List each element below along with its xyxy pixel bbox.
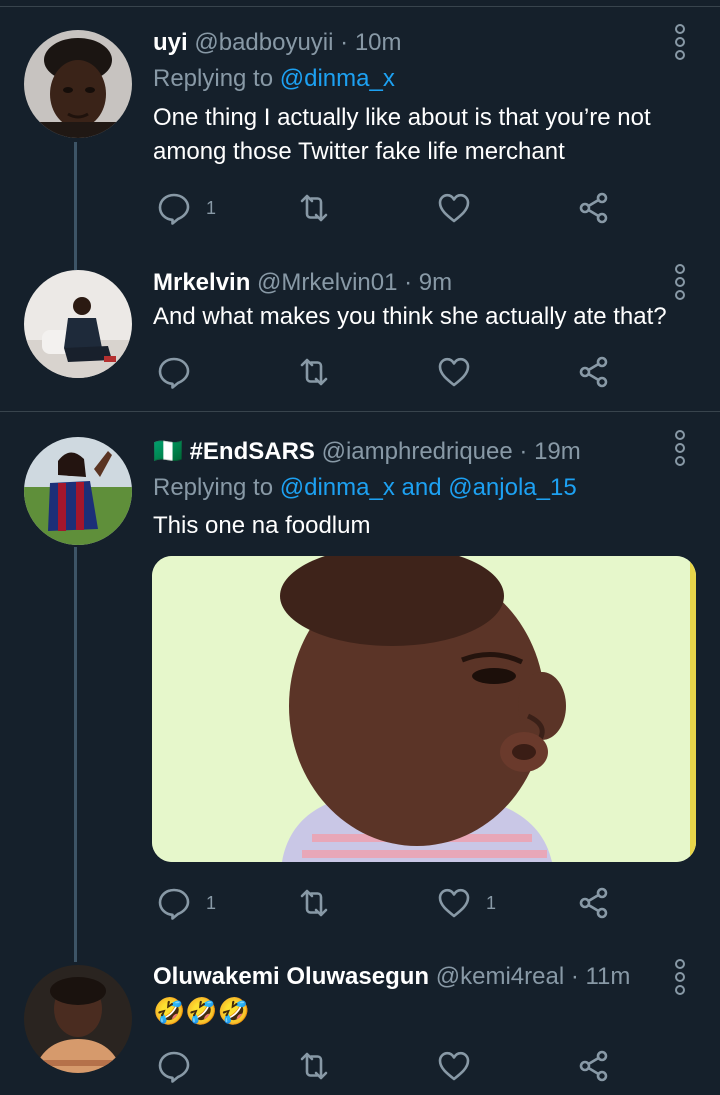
reply-icon [156, 190, 192, 226]
share-button[interactable] [576, 352, 612, 392]
share-icon [576, 354, 612, 390]
more-icon[interactable] [672, 957, 688, 997]
more-icon[interactable] [672, 262, 688, 302]
handle[interactable]: @kemi4real [436, 963, 564, 990]
like-button[interactable] [436, 188, 472, 228]
share-icon [576, 885, 612, 921]
tweet-actions [152, 352, 622, 392]
like-icon [436, 885, 472, 921]
handle[interactable]: @iamphredriquee [322, 438, 513, 465]
avatar[interactable] [24, 965, 132, 1073]
reply-button[interactable] [156, 352, 192, 392]
reply-button[interactable] [156, 1046, 192, 1086]
replying-to: Replying to @dinma_x [153, 65, 395, 92]
retweet-icon [296, 1048, 332, 1084]
display-name[interactable]: Mrkelvin [153, 269, 250, 296]
reply-icon [156, 1048, 192, 1084]
tweet-actions: 1 [152, 188, 622, 228]
retweet-button[interactable] [296, 1046, 332, 1086]
tweet-text: 🤣🤣🤣 [153, 997, 251, 1027]
display-name[interactable]: #EndSARS [190, 438, 315, 465]
conversation-divider [0, 411, 720, 412]
mention-link[interactable]: @dinma_x [280, 65, 395, 92]
replying-to: Replying to @dinma_x and @anjola_15 [153, 474, 577, 501]
tweet-header: Mrkelvin @Mrkelvin01 · 9m [153, 268, 452, 298]
timestamp[interactable]: · 19m [519, 438, 580, 465]
reply-button[interactable]: 1 [156, 188, 216, 228]
flag-icon: 🇳🇬 [153, 437, 183, 465]
share-button[interactable] [576, 1046, 612, 1086]
avatar[interactable] [24, 270, 132, 378]
tweet-header: uyi @badboyuyii · 10m [153, 28, 402, 58]
tweet-header: Oluwakemi Oluwasegun @kemi4real · 11m [153, 962, 630, 992]
handle[interactable]: @Mrkelvin01 [257, 269, 397, 296]
tweet-text: This one na foodlum [153, 512, 371, 539]
timestamp[interactable]: · 11m [571, 963, 631, 990]
top-divider [0, 0, 720, 7]
retweet-button[interactable] [296, 188, 332, 228]
retweet-button[interactable] [296, 883, 332, 923]
like-icon [436, 354, 472, 390]
share-icon [576, 1048, 612, 1084]
reply-count: 1 [206, 892, 217, 913]
thread-line [74, 547, 77, 962]
reply-button[interactable]: 1 [156, 883, 216, 923]
like-count: 1 [486, 892, 497, 913]
reply-icon [156, 354, 192, 390]
avatar[interactable] [24, 30, 132, 138]
reply-icon [156, 885, 192, 921]
timestamp[interactable]: · 9m [404, 269, 452, 296]
mention-link[interactable]: @dinma_x [280, 474, 395, 501]
timestamp[interactable]: · 10m [340, 29, 401, 56]
handle[interactable]: @badboyuyii [194, 29, 333, 56]
display-name[interactable]: uyi [153, 29, 188, 56]
like-button[interactable]: 1 [436, 883, 496, 923]
mention-link[interactable]: @anjola_15 [448, 474, 576, 501]
retweet-icon [296, 354, 332, 390]
retweet-icon [296, 190, 332, 226]
share-button[interactable] [576, 883, 612, 923]
tweet-text: And what makes you think she actually at… [153, 303, 667, 330]
reply-count: 1 [206, 197, 217, 218]
tweet-actions [152, 1046, 622, 1086]
tweet-actions: 1 1 [152, 883, 622, 923]
more-icon[interactable] [672, 22, 688, 62]
thread-line [74, 142, 77, 270]
tweet-text: One thing I actually like about is that … [153, 104, 651, 165]
tweet-header: 🇳🇬 #EndSARS @iamphredriquee · 19m [153, 436, 581, 467]
like-icon [436, 1048, 472, 1084]
like-button[interactable] [436, 1046, 472, 1086]
display-name[interactable]: Oluwakemi Oluwasegun [153, 963, 429, 990]
tweet-media-image[interactable] [152, 556, 696, 862]
share-button[interactable] [576, 188, 612, 228]
avatar[interactable] [24, 437, 132, 545]
toddler-meme-image [152, 556, 696, 862]
like-button[interactable] [436, 352, 472, 392]
more-icon[interactable] [672, 428, 688, 468]
retweet-icon [296, 885, 332, 921]
retweet-button[interactable] [296, 352, 332, 392]
share-icon [576, 190, 612, 226]
like-icon [436, 190, 472, 226]
